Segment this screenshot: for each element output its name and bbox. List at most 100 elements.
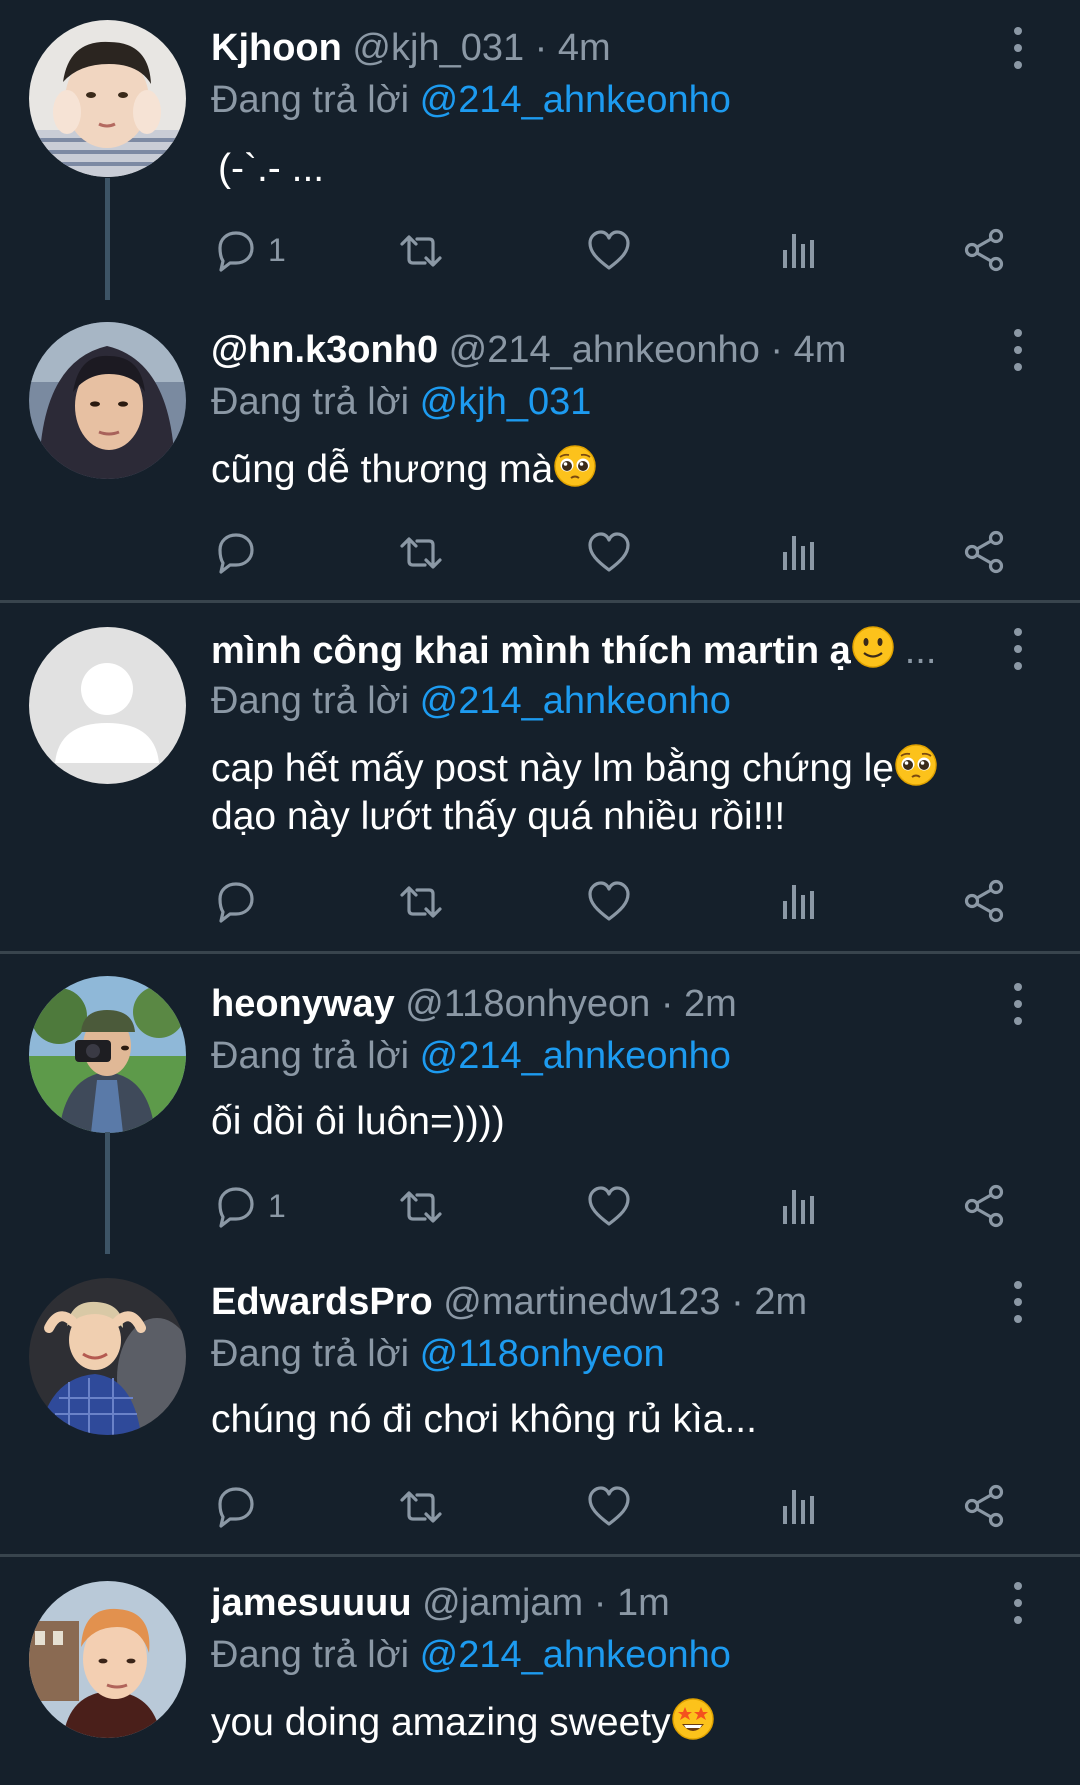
tweet-text: cũng dễ thương mà [211, 444, 1011, 494]
retweet-icon [400, 1491, 442, 1523]
timestamp[interactable]: 2m [684, 983, 737, 1025]
tweet-text: you doing amazing sweety [211, 1697, 1011, 1747]
name-overflow: ... [904, 630, 937, 672]
avatar[interactable] [29, 1278, 186, 1435]
like-button[interactable] [585, 222, 633, 278]
display-name[interactable]: @hn.k3onh0 [211, 329, 438, 371]
display-name[interactable]: mình công khai mình thích martin ạ [211, 630, 851, 672]
retweet-button[interactable] [396, 1478, 446, 1534]
tweet-text: chúng nó đi chơi không rủ kìa... [211, 1398, 757, 1441]
avatar[interactable] [29, 322, 186, 479]
reply-prefix: Đang trả lời [211, 680, 410, 722]
retweet-button[interactable] [396, 524, 446, 580]
reply-button[interactable]: 1 [212, 222, 286, 278]
action-bar [0, 1478, 1080, 1534]
display-name[interactable]: Kjhoon [211, 27, 342, 69]
share-icon [964, 228, 1004, 272]
handle[interactable]: @214_ahnkeonho [449, 329, 760, 371]
more-options-icon[interactable] [998, 625, 1038, 673]
analytics-button[interactable] [775, 873, 823, 929]
action-bar [0, 873, 1080, 929]
reply-icon [218, 231, 254, 272]
tweet-item[interactable]: EdwardsPro @martinedw123 · 2m Đang trả l… [0, 1254, 1080, 1556]
reply-mention[interactable]: @214_ahnkeonho [420, 680, 731, 722]
tweet-item[interactable]: Kjhoon @kjh_031 · 4m Đang trả lời @214_a… [0, 0, 1080, 300]
more-options-icon[interactable] [998, 24, 1038, 72]
action-bar: 1 [0, 1178, 1080, 1234]
reply-mention[interactable]: @214_ahnkeonho [420, 1035, 731, 1077]
tweet-text: ối dồi ôi luôn=)))) [211, 1100, 505, 1143]
like-button[interactable] [585, 873, 633, 929]
tweet-item[interactable]: mình công khai mình thích martin ạ... Đa… [0, 603, 1080, 953]
share-button[interactable] [960, 1178, 1008, 1234]
more-options-icon[interactable] [998, 326, 1038, 374]
reply-button[interactable] [212, 524, 260, 580]
tweet-item[interactable]: @hn.k3onh0 @214_ahnkeonho · 4m Đang trả … [0, 300, 1080, 602]
analytics-button[interactable] [775, 1478, 823, 1534]
reply-icon [218, 533, 254, 574]
analytics-button[interactable] [775, 1178, 823, 1234]
like-button[interactable] [585, 1478, 633, 1534]
slightly-smiling-face-emoji [851, 625, 894, 669]
more-options-icon[interactable] [998, 1579, 1038, 1627]
more-options-icon[interactable] [998, 1278, 1038, 1326]
tweet-header: @hn.k3onh0 @214_ahnkeonho · 4m [211, 329, 847, 371]
like-button[interactable] [585, 524, 633, 580]
like-button[interactable] [585, 1178, 633, 1234]
avatar[interactable] [29, 627, 186, 784]
reply-context: Đang trả lời @214_ahnkeonho [211, 1032, 731, 1080]
share-button[interactable] [960, 873, 1008, 929]
tweet-header: mình công khai mình thích martin ạ... [211, 625, 980, 673]
tweet-text: cap hết mấy post này lm bằng chứng lẹ dạ… [211, 743, 1011, 841]
bar-chart-icon [783, 1490, 814, 1524]
tweet-header: Kjhoon @kjh_031 · 4m [211, 27, 611, 69]
bar-chart-icon [783, 536, 814, 570]
timestamp[interactable]: 2m [754, 1281, 807, 1323]
reply-mention[interactable]: @kjh_031 [420, 381, 592, 423]
tweet-item[interactable]: heonyway @118onhyeon · 2m Đang trả lời @… [0, 954, 1080, 1254]
reply-button[interactable] [212, 873, 260, 929]
display-name[interactable]: heonyway [211, 983, 395, 1025]
reply-icon [218, 882, 254, 923]
avatar[interactable] [29, 1581, 186, 1738]
retweet-button[interactable] [396, 873, 446, 929]
display-name[interactable]: EdwardsPro [211, 1281, 433, 1323]
reply-mention[interactable]: @214_ahnkeonho [420, 1634, 731, 1676]
display-name[interactable]: jamesuuuu [211, 1582, 412, 1624]
heart-icon [588, 881, 630, 921]
reply-mention[interactable]: @118onhyeon [420, 1333, 665, 1375]
retweet-icon [400, 886, 442, 918]
pleading-face-emoji [554, 445, 597, 487]
reply-context: Đang trả lời @kjh_031 [211, 378, 591, 426]
analytics-button[interactable] [775, 222, 823, 278]
analytics-button[interactable] [775, 524, 823, 580]
handle[interactable]: @kjh_031 [352, 27, 524, 69]
reply-context: Đang trả lời @214_ahnkeonho [211, 1631, 731, 1679]
reply-button[interactable] [212, 1478, 260, 1534]
more-options-icon[interactable] [998, 980, 1038, 1028]
handle[interactable]: @jamjam [422, 1582, 583, 1624]
reply-mention[interactable]: @214_ahnkeonho [420, 79, 731, 121]
reply-button[interactable]: 1 [212, 1178, 286, 1234]
retweet-button[interactable] [396, 222, 446, 278]
share-button[interactable] [960, 222, 1008, 278]
tweet-header: EdwardsPro @martinedw123 · 2m [211, 1281, 808, 1323]
share-button[interactable] [960, 524, 1008, 580]
action-bar: 1 [0, 222, 1080, 278]
reply-context: Đang trả lời @214_ahnkeonho [211, 677, 731, 725]
reply-prefix: Đang trả lời [211, 1035, 410, 1077]
retweet-button[interactable] [396, 1178, 446, 1234]
handle[interactable]: @martinedw123 [443, 1281, 720, 1323]
avatar[interactable] [29, 976, 186, 1133]
reply-context: Đang trả lời @118onhyeon [211, 1330, 665, 1378]
timestamp[interactable]: 1m [617, 1582, 670, 1624]
avatar[interactable] [29, 20, 186, 177]
handle[interactable]: @118onhyeon [405, 983, 650, 1025]
share-button[interactable] [960, 1478, 1008, 1534]
timestamp[interactable]: 4m [794, 329, 847, 371]
timestamp[interactable]: 4m [558, 27, 611, 69]
reply-icon [218, 1187, 254, 1228]
tweet-header: jamesuuuu @jamjam · 1m [211, 1582, 670, 1624]
tweet-item[interactable]: jamesuuuu @jamjam · 1m Đang trả lời @214… [0, 1557, 1080, 1785]
reply-prefix: Đang trả lời [211, 1333, 410, 1375]
